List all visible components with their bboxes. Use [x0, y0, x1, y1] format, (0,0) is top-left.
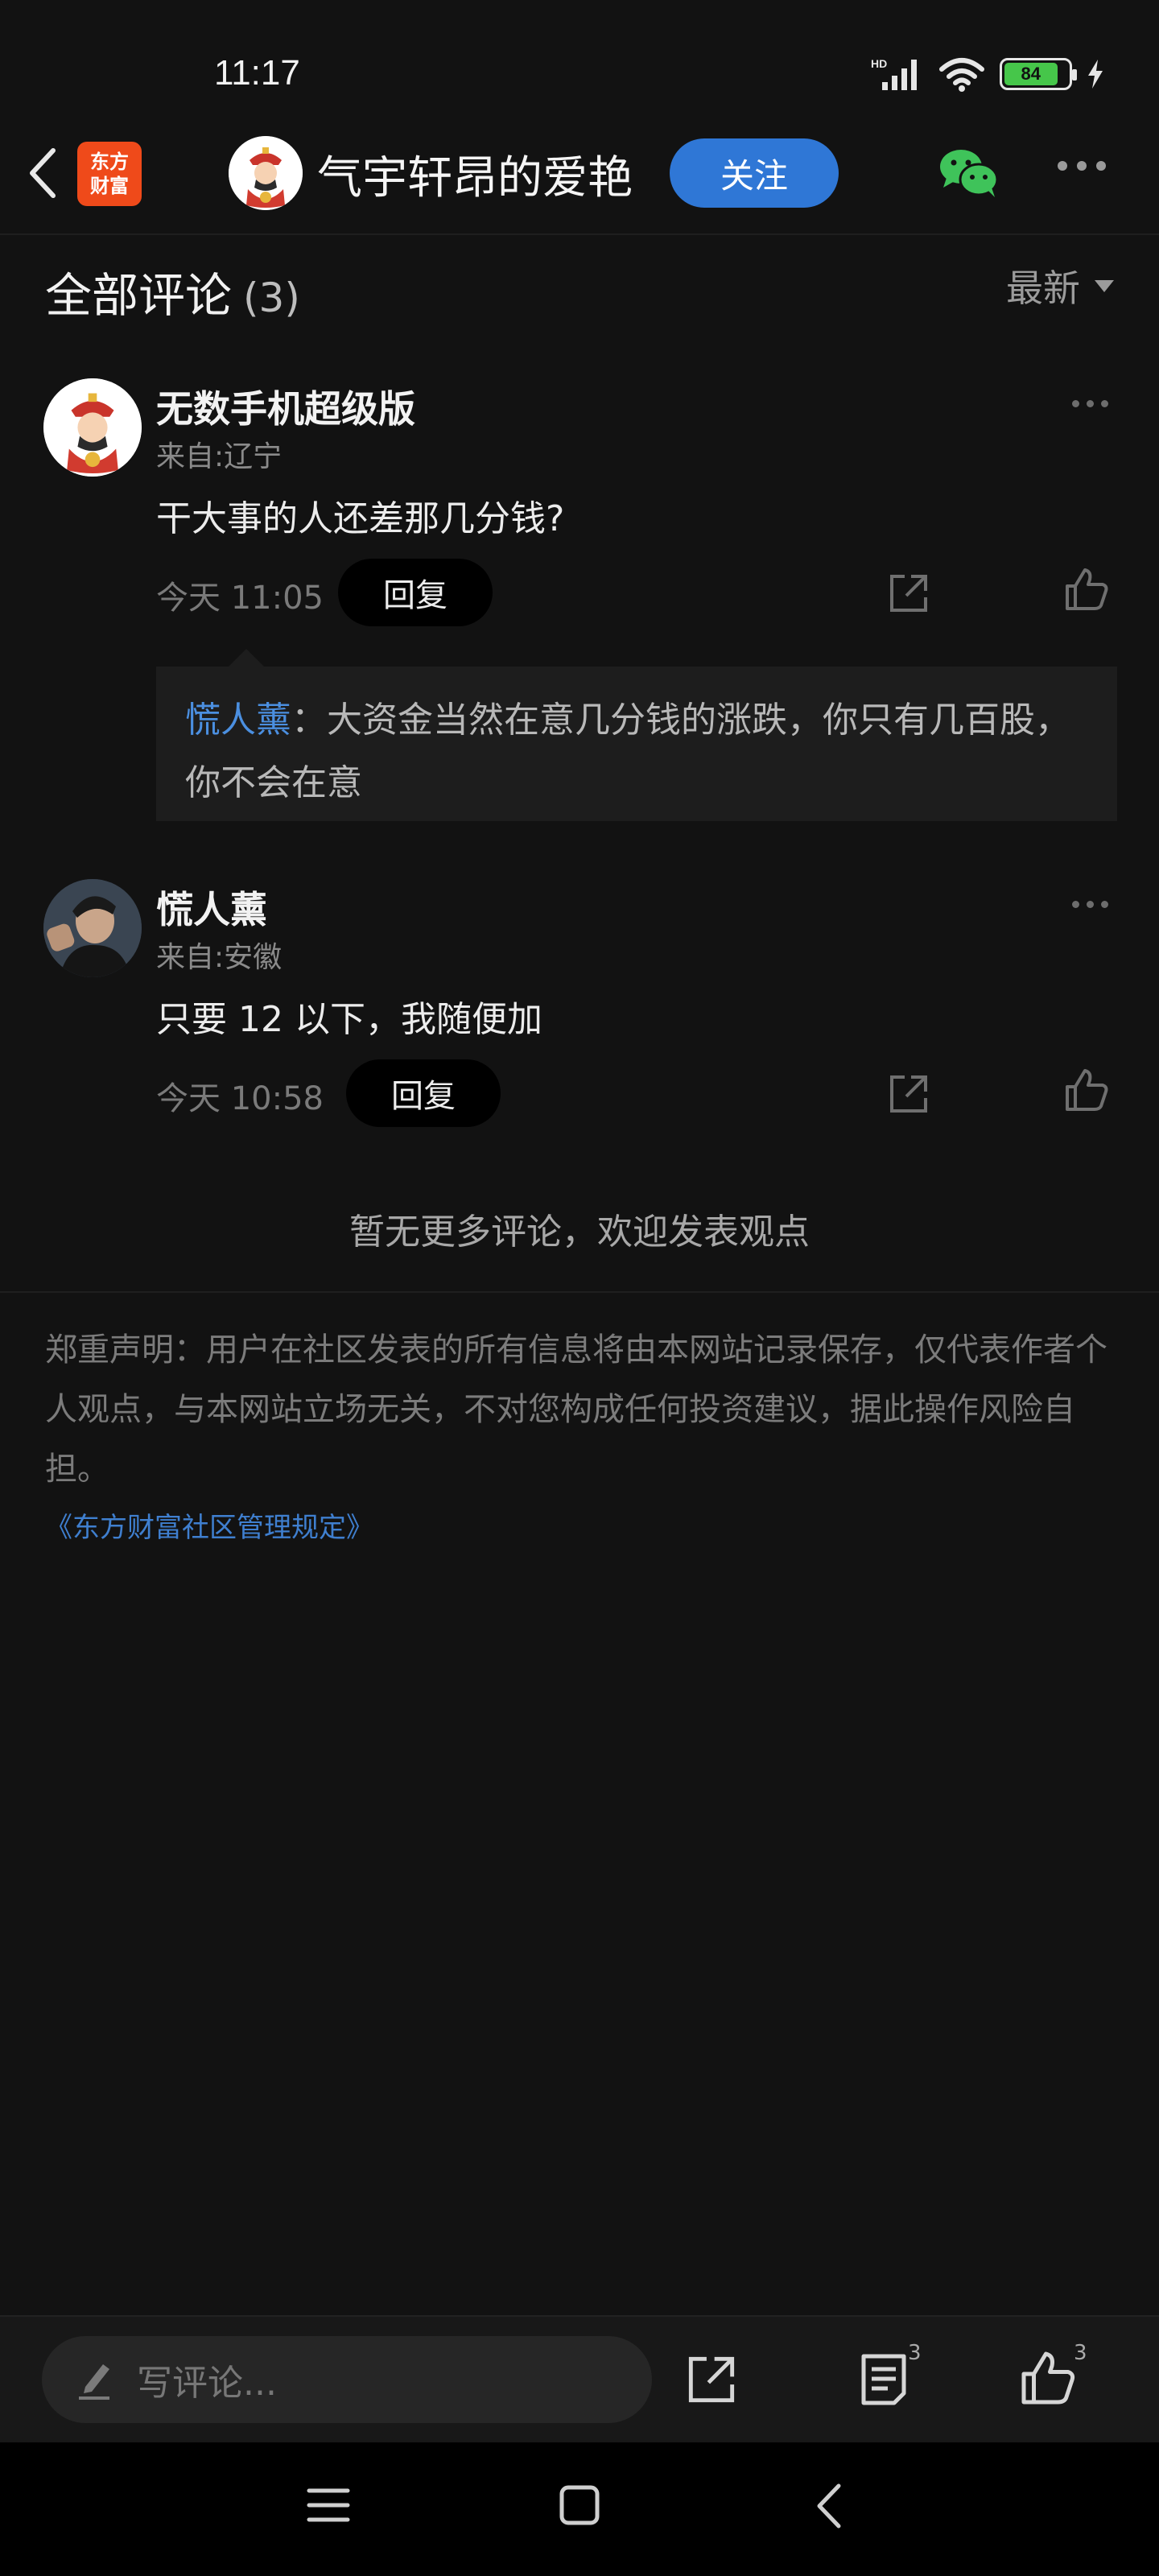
system-back-button[interactable] — [813, 2483, 845, 2533]
wechat-icon — [940, 150, 999, 197]
like-button[interactable] — [1017, 2346, 1079, 2410]
comments-count-badge: 3 — [908, 2341, 922, 2365]
wechat-share-button[interactable] — [938, 147, 1000, 202]
disclaimer-text: 郑重声明：用户在社区发表的所有信息将由本网站记录保存，仅代表作者个人观点，与本网… — [45, 1331, 1107, 1488]
pencil-icon — [79, 2364, 109, 2400]
section-title-text: 全部评论 — [45, 268, 233, 323]
reply-button[interactable]: 回复 — [338, 559, 493, 626]
reply-text: ：大资金当然在意几分钱的涨跌，你只有几百股，你不会在意 — [185, 700, 1070, 803]
comment-input-placeholder: 写评论... — [137, 2363, 277, 2404]
network-type-label: HD — [871, 57, 887, 70]
nested-reply[interactable]: 慌人薰：大资金当然在意几分钱的涨跌，你只有几百股，你不会在意 — [156, 649, 1117, 821]
comment-time: 今天 11:05 — [156, 580, 324, 617]
reply-button[interactable]: 回复 — [346, 1059, 501, 1127]
commenter-location: 来自:辽宁 — [156, 440, 283, 473]
more-dot-icon — [1087, 901, 1094, 908]
thumbs-up-icon — [1066, 568, 1108, 610]
chevron-left-icon — [817, 2483, 841, 2529]
more-dot-icon — [1101, 901, 1108, 908]
share-icon — [688, 2356, 735, 2403]
battery-icon: 84 — [1000, 58, 1077, 90]
divider — [0, 1291, 1159, 1293]
commenter-avatar[interactable] — [43, 879, 142, 977]
more-dot-icon — [1087, 400, 1094, 407]
commenter-name[interactable]: 慌人薰 — [156, 881, 267, 934]
sort-dropdown[interactable]: 最新 — [1006, 259, 1114, 312]
commenter-name[interactable]: 无数手机超级版 — [156, 380, 415, 433]
comment-text: 只要 12 以下，我随便加 — [156, 999, 542, 1040]
reply-username[interactable]: 慌人薰 — [185, 700, 291, 741]
share-icon — [890, 575, 927, 612]
write-comment-input[interactable]: 写评论... — [42, 2336, 652, 2423]
thumbs-up-icon — [1021, 2351, 1075, 2405]
author-avatar[interactable] — [229, 136, 303, 210]
comment-share-button[interactable] — [887, 572, 930, 618]
back-button[interactable] — [18, 137, 66, 209]
comment-time: 今天 10:58 — [156, 1080, 324, 1117]
comment-more-button[interactable] — [1072, 400, 1108, 407]
square-icon — [559, 2485, 600, 2525]
follow-button[interactable]: 关注 — [670, 138, 839, 208]
commenter-location: 来自:安徽 — [156, 941, 283, 974]
share-button[interactable] — [681, 2349, 742, 2410]
community-rules-link[interactable]: 《东方财富社区管理规定》 — [45, 1505, 373, 1545]
more-dot-icon — [1072, 901, 1079, 908]
no-more-comments: 暂无更多评论，欢迎发表观点 — [349, 1212, 810, 1253]
person-photo-avatar-icon — [43, 879, 142, 977]
comment-like-button[interactable] — [1064, 567, 1109, 615]
recent-apps-button[interactable] — [306, 2486, 351, 2528]
comment-count: (3) — [243, 275, 300, 321]
status-time: 11:17 — [214, 53, 300, 93]
battery-level: 84 — [1004, 63, 1058, 85]
status-icons: HD 84 — [871, 56, 1104, 92]
comment-more-button[interactable] — [1072, 901, 1108, 908]
wifi-icon — [939, 58, 984, 92]
more-dot-icon — [1101, 400, 1108, 407]
more-options-button[interactable] — [1058, 161, 1106, 171]
comment-like-button[interactable] — [1064, 1067, 1109, 1116]
chevron-left-icon — [30, 148, 56, 198]
comment-list-icon — [861, 2354, 906, 2405]
commenter-avatar[interactable] — [43, 378, 142, 477]
thumbs-up-icon — [1066, 1069, 1108, 1111]
fortune-god-avatar-icon — [229, 136, 303, 210]
charging-icon — [1088, 60, 1103, 89]
signal-icon: HD — [871, 57, 917, 90]
like-count-badge: 3 — [1074, 2341, 1087, 2365]
comment-text: 干大事的人还差那几分钱? — [156, 498, 565, 539]
more-dot-icon — [1096, 161, 1106, 171]
more-dot-icon — [1072, 400, 1079, 407]
comments-button[interactable] — [853, 2349, 914, 2410]
author-name[interactable]: 气宇轩昂的爱艳 — [317, 142, 633, 207]
more-dot-icon — [1077, 161, 1087, 171]
sort-label: 最新 — [1006, 266, 1080, 310]
comment-share-button[interactable] — [887, 1072, 930, 1119]
menu-icon — [307, 2488, 350, 2522]
share-icon — [890, 1075, 927, 1113]
comments-section-title: 全部评论 (3) — [45, 258, 300, 325]
fortune-god-avatar-icon — [43, 378, 142, 477]
home-button[interactable] — [559, 2484, 600, 2529]
triangle-down-icon — [1095, 279, 1114, 292]
brand-logo[interactable]: 东方 财富 — [77, 142, 142, 206]
more-dot-icon — [1058, 161, 1067, 171]
